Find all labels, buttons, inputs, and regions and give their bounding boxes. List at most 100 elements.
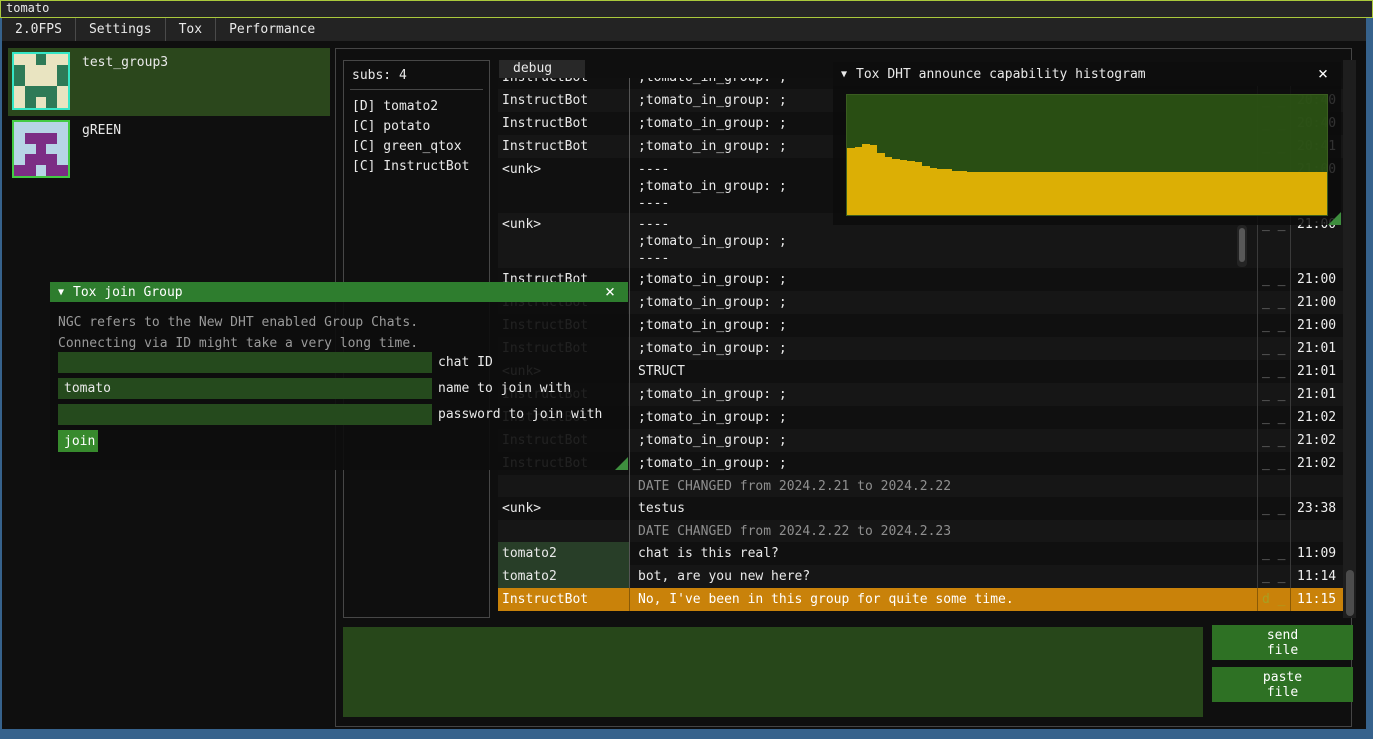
avatar-pixel: [36, 76, 47, 87]
chat-message: testus: [630, 497, 1258, 520]
avatar-pixel: [46, 76, 57, 87]
histogram-bar: [847, 148, 855, 215]
chat-sender: [498, 520, 630, 542]
paste-file-button[interactable]: paste file: [1212, 667, 1353, 702]
subs-member[interactable]: [C] InstructBot: [352, 157, 481, 177]
menu-item-performance[interactable]: Performance: [216, 18, 328, 41]
avatar-pixel: [36, 54, 47, 65]
collapse-arrow-icon[interactable]: ▼: [58, 287, 64, 298]
collapse-arrow-icon[interactable]: ▼: [841, 69, 847, 80]
chat-message-line: ----: [638, 250, 1249, 267]
chat-timestamp: 21:02: [1291, 429, 1345, 452]
chat-message-line: ;tomato_in_group: ;: [638, 455, 1249, 472]
chat-sender: <unk>: [498, 213, 630, 268]
tab-debug[interactable]: debug: [499, 60, 585, 78]
avatar-pixel: [25, 154, 36, 165]
avatar-pixel: [14, 133, 25, 144]
join-group-window-titlebar[interactable]: ▼ Tox join Group ×: [50, 282, 628, 302]
group-name: gREEN: [82, 123, 121, 138]
avatar-pixel: [57, 144, 68, 155]
histogram-bar: [885, 157, 893, 215]
menu-item-tox[interactable]: Tox: [166, 18, 215, 41]
histogram-window: ▼ Tox DHT announce capability histogram …: [833, 62, 1341, 225]
subs-member[interactable]: [D] tomato2: [352, 97, 481, 117]
histogram-bar: [997, 172, 1005, 215]
chat-flags: [1258, 520, 1291, 542]
chat-message: STRUCT: [630, 360, 1258, 383]
subs-member[interactable]: [C] potato: [352, 117, 481, 137]
histogram-bar: [990, 172, 998, 215]
chat-timestamp: [1291, 520, 1345, 542]
message-input[interactable]: [343, 627, 1203, 717]
histogram-bar: [967, 172, 975, 215]
avatar-pixel: [25, 144, 36, 155]
chat-sender: [498, 475, 630, 497]
chat-scrollbar-grab[interactable]: [1346, 570, 1354, 616]
chat-message-line: ;tomato_in_group: ;: [638, 432, 1249, 449]
subs-separator: [350, 89, 483, 90]
group-row[interactable]: test_group3: [8, 48, 330, 116]
avatar-pixel: [46, 86, 57, 97]
window-title: tomato: [6, 1, 49, 15]
chat-timestamp: 21:02: [1291, 452, 1345, 475]
inner-scrollbar-grab[interactable]: [1239, 228, 1245, 262]
group-avatar: [12, 52, 70, 110]
chat-scrollbar-track[interactable]: [1343, 60, 1356, 618]
chat-flags: _ _: [1258, 291, 1291, 314]
histogram-bar: [1125, 172, 1133, 215]
window-titlebar[interactable]: tomato: [0, 0, 1373, 18]
chat-message-line: testus: [638, 500, 1249, 517]
chat-timestamp: 21:00: [1291, 268, 1345, 291]
histogram-bar: [1057, 172, 1065, 215]
histogram-window-titlebar[interactable]: ▼ Tox DHT announce capability histogram …: [833, 62, 1341, 86]
chat-message: ;tomato_in_group: ;: [630, 429, 1258, 452]
resize-grip-icon[interactable]: [615, 457, 628, 470]
chat-flags: [1258, 475, 1291, 497]
chat-message-line: STRUCT: [638, 363, 1249, 380]
chat-message-line: DATE CHANGED from 2024.2.21 to 2024.2.22: [638, 478, 1249, 495]
avatar-pixel: [46, 122, 57, 133]
histogram-bar: [877, 153, 885, 215]
histogram-bar: [1170, 172, 1178, 215]
chat-row[interactable]: DATE CHANGED from 2024.2.22 to 2024.2.23: [498, 520, 1345, 542]
chat-timestamp: [1291, 475, 1345, 497]
chat-row[interactable]: tomato2bot, are you new here?_ _11:14: [498, 565, 1345, 588]
histogram-bar: [1260, 172, 1268, 215]
chat-row[interactable]: InstructBotNo, I've been in this group f…: [498, 588, 1345, 611]
chat-id-input[interactable]: [58, 352, 432, 373]
chat-sender: InstructBot: [498, 112, 630, 135]
histogram-bar: [1132, 172, 1140, 215]
send-file-button[interactable]: send file: [1212, 625, 1353, 660]
join-password-input[interactable]: [58, 404, 432, 425]
avatar-pixel: [57, 54, 68, 65]
histogram-bar: [1252, 172, 1260, 215]
chat-row[interactable]: <unk>testus_ _23:38: [498, 497, 1345, 520]
avatar-pixel: [57, 86, 68, 97]
subs-member[interactable]: [C] green_qtox: [352, 137, 481, 157]
avatar-pixel: [14, 76, 25, 87]
chat-timestamp: 11:15: [1291, 588, 1345, 611]
chat-row[interactable]: tomato2chat is this real?_ _11:09: [498, 542, 1345, 565]
group-row[interactable]: gREEN: [8, 116, 330, 184]
close-icon[interactable]: ×: [600, 284, 620, 301]
histogram-bar: [1065, 172, 1073, 215]
histogram-bar: [1297, 172, 1305, 215]
chat-flags: _ _: [1258, 406, 1291, 429]
chat-message: ;tomato_in_group: ;: [630, 291, 1258, 314]
join-name-input[interactable]: [58, 378, 432, 399]
chat-flags: _ _: [1258, 360, 1291, 383]
avatar-pixel: [36, 86, 47, 97]
menu-item-settings[interactable]: Settings: [76, 18, 165, 41]
menu-bar: 2.0FPS Settings Tox Performance: [2, 18, 1366, 41]
chat-sender: <unk>: [498, 158, 630, 213]
join-password-row: password to join with: [58, 404, 602, 425]
join-button[interactable]: join: [58, 430, 98, 452]
resize-grip-icon[interactable]: [1328, 212, 1341, 225]
histogram-bar: [915, 162, 923, 215]
close-icon[interactable]: ×: [1313, 66, 1333, 83]
subs-member-list: [D] tomato2[C] potato[C] green_qtox[C] I…: [352, 97, 481, 177]
avatar-pixel: [57, 165, 68, 176]
chat-message: bot, are you new here?: [630, 565, 1258, 588]
histogram-bar: [975, 172, 983, 215]
chat-row[interactable]: DATE CHANGED from 2024.2.21 to 2024.2.22: [498, 475, 1345, 497]
